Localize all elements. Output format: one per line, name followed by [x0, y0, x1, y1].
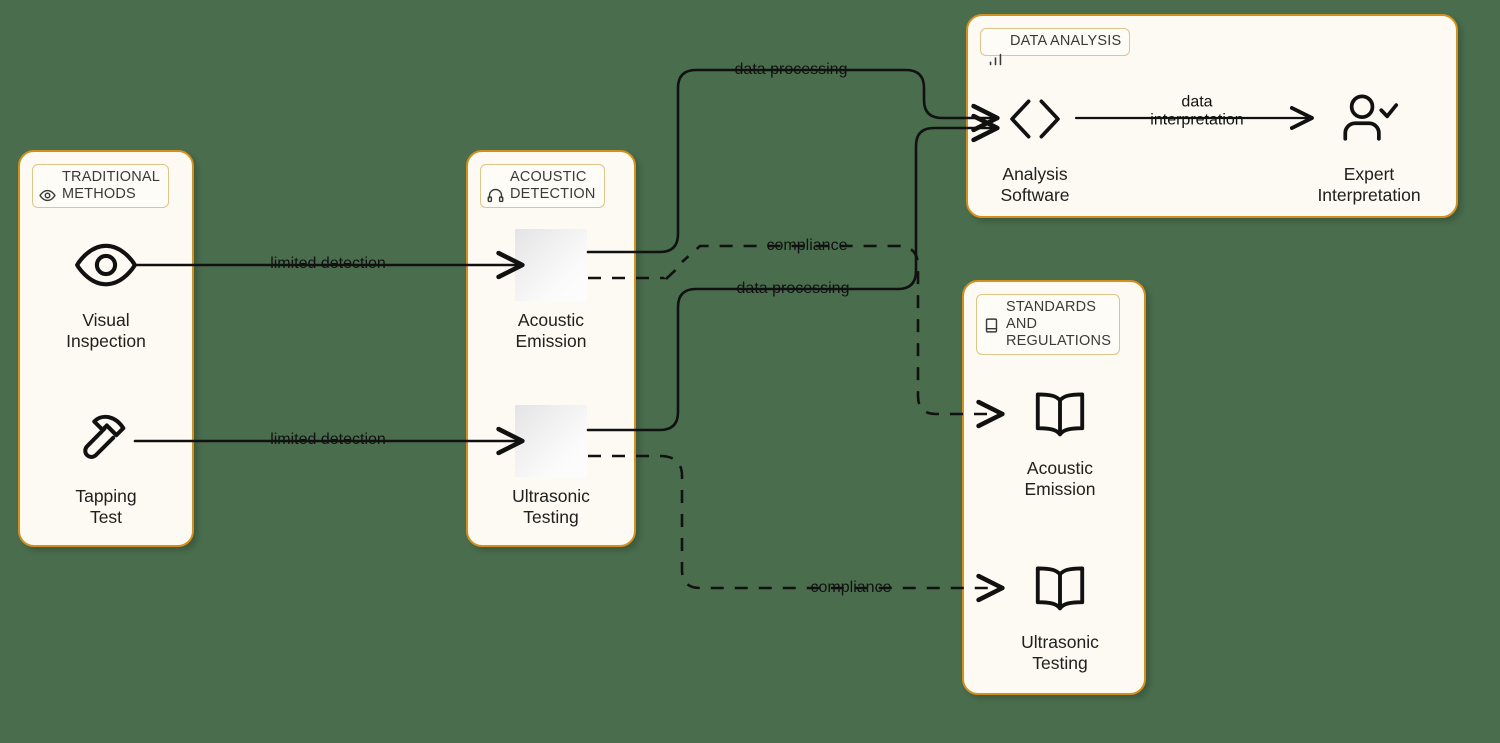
edge-acoustic-to-standard [588, 244, 1005, 429]
edge-acoustic-to-analysis [586, 68, 1000, 254]
diagram-canvas: TRADITIONAL METHODS ACOUSTIC DETECTION D… [0, 0, 1500, 743]
edge-layer [133, 68, 1314, 603]
edge-ultrasonic-to-analysis [586, 113, 1000, 432]
edge-ultrasonic-to-standard [588, 454, 1005, 603]
